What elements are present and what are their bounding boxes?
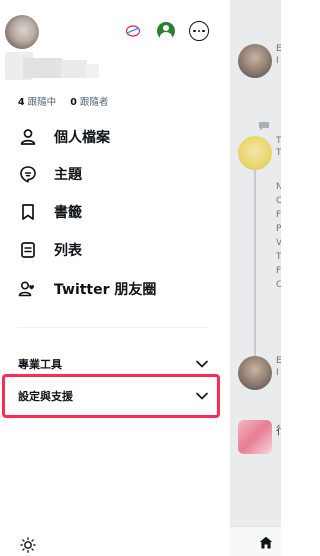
timeline-text: C — [276, 196, 281, 206]
thread-line — [254, 152, 256, 370]
timeline-text: P — [276, 224, 281, 234]
brightness-icon[interactable] — [20, 537, 36, 553]
timeline-background: E I T T N C F P V T F C E I 行 — [230, 0, 281, 556]
blurred-display-name — [5, 52, 105, 82]
menu-label: 書籤 — [54, 205, 82, 221]
twitter-circle-logo-icon[interactable] — [125, 24, 141, 38]
section-professional-tools[interactable]: 專業工具 — [18, 353, 208, 375]
timeline-text: C — [276, 280, 281, 290]
timeline-text: N — [276, 182, 281, 192]
timeline-text: F — [276, 266, 281, 276]
timeline-text: T — [276, 136, 281, 146]
green-account-icon[interactable] — [156, 21, 176, 41]
timeline-text: V — [276, 238, 281, 248]
timeline-text: 行 — [276, 422, 281, 438]
follow-stats: 4 跟隨中 0 跟隨者 — [18, 94, 108, 108]
timeline-text: E — [276, 44, 281, 54]
divider — [18, 327, 208, 328]
menu-item-bookmarks[interactable]: 書籤 — [18, 200, 82, 224]
timeline-text: T — [276, 252, 281, 262]
timeline-text: I — [276, 56, 279, 66]
highlight-box — [2, 374, 220, 418]
menu-item-profile[interactable]: 個人檔案 — [18, 125, 110, 149]
menu-label: Twitter 朋友圈 — [54, 282, 157, 298]
menu-label: 主題 — [54, 167, 82, 183]
chevron-down-icon — [196, 360, 208, 368]
reply-bubble-icon — [259, 122, 269, 131]
menu-item-topics[interactable]: 主題 — [18, 162, 82, 186]
list-icon — [18, 240, 38, 260]
menu-label: 個人檔案 — [54, 130, 110, 146]
avatar[interactable] — [238, 44, 272, 78]
topic-bubble-icon — [18, 164, 38, 184]
bookmark-icon — [18, 202, 38, 222]
navigation-drawer: 4 跟隨中 0 跟隨者 個人檔案 主題 書籤 列表 Twitter 朋友圈 專業… — [0, 0, 230, 556]
following-link[interactable]: 4 跟隨中 — [18, 97, 56, 108]
avatar[interactable] — [238, 356, 272, 390]
followers-link[interactable]: 0 跟隨者 — [70, 97, 108, 108]
circle-people-icon — [18, 279, 38, 299]
avatar[interactable] — [238, 136, 272, 170]
menu-item-lists[interactable]: 列表 — [18, 238, 82, 262]
avatar[interactable] — [238, 420, 272, 454]
more-circle-icon[interactable] — [189, 21, 209, 41]
person-icon — [18, 127, 38, 147]
bottom-nav-bar — [230, 526, 281, 556]
timeline-text: E — [276, 356, 281, 366]
home-icon[interactable] — [259, 536, 273, 549]
profile-avatar[interactable] — [5, 15, 39, 49]
timeline-text: I — [276, 368, 279, 378]
menu-item-twitter-circle[interactable]: Twitter 朋友圈 — [18, 277, 156, 301]
timeline-text: T — [276, 148, 281, 158]
timeline-text: F — [276, 210, 281, 220]
section-label: 專業工具 — [18, 358, 62, 371]
menu-label: 列表 — [54, 243, 82, 259]
